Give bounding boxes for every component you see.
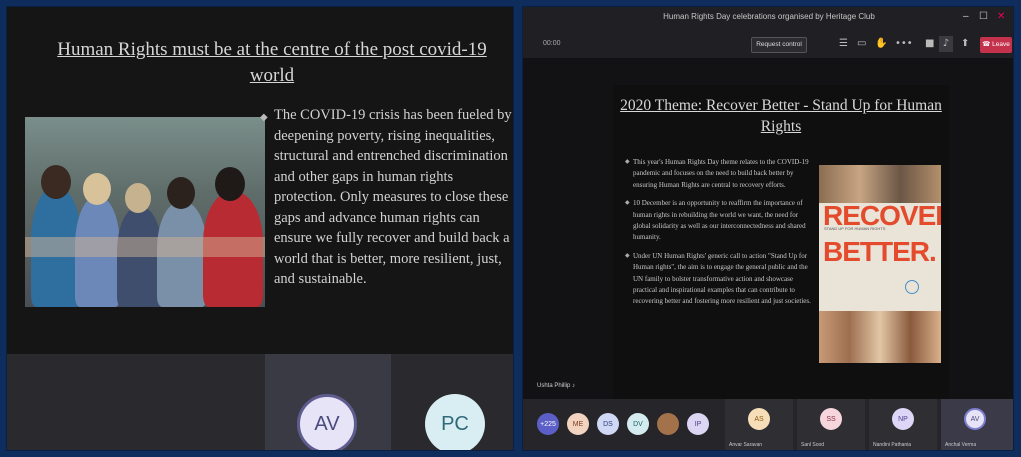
- bullet-text: This year's Human Rights Day theme relat…: [633, 158, 809, 189]
- bullet-icon: ◆: [625, 159, 630, 165]
- poster-photo-strip: [819, 165, 941, 203]
- slide-bullet: ◆ The COVID-19 crisis has been fueled by…: [260, 105, 512, 290]
- participant-name: Nandini Pathania: [873, 442, 912, 448]
- shared-slide: 2020 Theme: Recover Better - Stand Up fo…: [613, 85, 949, 399]
- list-item: ◆ 10 December is an opportunity to reaff…: [625, 198, 815, 244]
- participant-tile[interactable]: AS Anvar Saravan: [725, 399, 793, 450]
- screen-share-area: 2020 Theme: Recover Better - Stand Up fo…: [523, 59, 1013, 399]
- slide-bullets: ◆ This year's Human Rights Day theme rel…: [625, 157, 815, 315]
- more-options-icon[interactable]: •••: [895, 39, 913, 49]
- camera-icon[interactable]: ■: [925, 39, 934, 49]
- participant-tile[interactable]: AV Anchal Verma: [941, 399, 1013, 450]
- participant-name: Anchal Verma: [945, 442, 977, 448]
- slide-title: Human Rights must be at the centre of th…: [57, 39, 487, 86]
- participant-tile[interactable]: SS Sanl Sood: [797, 399, 865, 450]
- left-meeting-window: Human Rights must be at the centre of th…: [6, 6, 514, 451]
- avatar: SS: [820, 408, 842, 430]
- shared-slide: Human Rights must be at the centre of th…: [7, 7, 513, 354]
- bullet-text: 10 December is an opportunity to reaffir…: [633, 199, 806, 242]
- participant-tile-av[interactable]: AV: [265, 354, 391, 450]
- microphone-icon[interactable]: ♪: [939, 36, 953, 52]
- raise-hand-icon[interactable]: ✋: [875, 39, 887, 49]
- meeting-toolbar: 00:00 Request control ☰ ▭ ✋ ••• ■ ♪ ⬆ ☎ …: [523, 29, 1013, 59]
- avatar[interactable]: DV: [627, 413, 649, 435]
- avatar: NP: [892, 408, 914, 430]
- share-screen-icon[interactable]: ⬆: [961, 39, 969, 49]
- meeting-timer: 00:00: [543, 40, 561, 47]
- bullet-text: The COVID-19 crisis has been fueled by d…: [274, 107, 512, 287]
- overflow-participants-avatar[interactable]: +225: [537, 413, 559, 435]
- participant-strip: +225 ME DS DV IP AS Anvar Saravan SS San…: [523, 399, 1013, 450]
- leave-button[interactable]: ☎ Leave: [980, 37, 1012, 53]
- participants-icon[interactable]: ☰: [839, 39, 848, 49]
- bullet-icon: ◆: [625, 252, 630, 259]
- close-button[interactable]: ✕: [997, 11, 1005, 22]
- participant-tiles: AV PC: [7, 354, 513, 450]
- avatar[interactable]: IP: [687, 413, 709, 435]
- right-meeting-window: Human Rights Day celebrations organised …: [522, 6, 1014, 451]
- window-title: Human Rights Day celebrations organised …: [663, 12, 875, 21]
- presenter-name: Ushta Phillip ♪: [537, 383, 576, 389]
- window-titlebar: Human Rights Day celebrations organised …: [523, 7, 1013, 29]
- minimize-button[interactable]: –: [963, 11, 969, 22]
- bullet-icon: ◆: [260, 112, 268, 123]
- avatar: AS: [748, 408, 770, 430]
- participant-tile-pc[interactable]: PC: [397, 354, 513, 450]
- avatar[interactable]: ME: [567, 413, 589, 435]
- poster-photo-strip: [819, 311, 941, 363]
- participant-tile[interactable]: NP Nandini Pathania: [869, 399, 937, 450]
- slide-title: 2020 Theme: Recover Better - Stand Up fo…: [620, 97, 942, 135]
- avatar: AV: [297, 394, 357, 450]
- list-item: ◆ Under UN Human Rights' generic call to…: [625, 251, 815, 308]
- avatar: PC: [425, 394, 485, 450]
- participant-name: Sanl Sood: [801, 442, 825, 448]
- recover-better-poster: RECOVER STAND UP FOR HUMAN RIGHTS BETTER…: [819, 165, 941, 363]
- request-control-button[interactable]: Request control: [751, 37, 807, 53]
- un-logo-icon: [905, 280, 919, 294]
- participant-name: Anvar Saravan: [729, 442, 763, 448]
- mic-icon: ♪: [572, 383, 576, 389]
- poster-subtitle: STAND UP FOR HUMAN RIGHTS: [824, 226, 886, 231]
- avatar-photo[interactable]: [657, 413, 679, 435]
- avatar: AV: [964, 408, 986, 430]
- bullet-text: Under UN Human Rights' generic call to a…: [633, 251, 811, 306]
- phone-icon: ☎: [982, 41, 993, 48]
- list-item: ◆ This year's Human Rights Day theme rel…: [625, 157, 815, 191]
- maximize-button[interactable]: ☐: [979, 11, 988, 22]
- poster-headline: BETTER.: [823, 236, 937, 267]
- avatar[interactable]: DS: [597, 413, 619, 435]
- chat-icon[interactable]: ▭: [857, 39, 866, 49]
- bullet-icon: ◆: [625, 200, 630, 207]
- leave-label: Leave: [992, 41, 1010, 48]
- protest-photo: [25, 117, 265, 307]
